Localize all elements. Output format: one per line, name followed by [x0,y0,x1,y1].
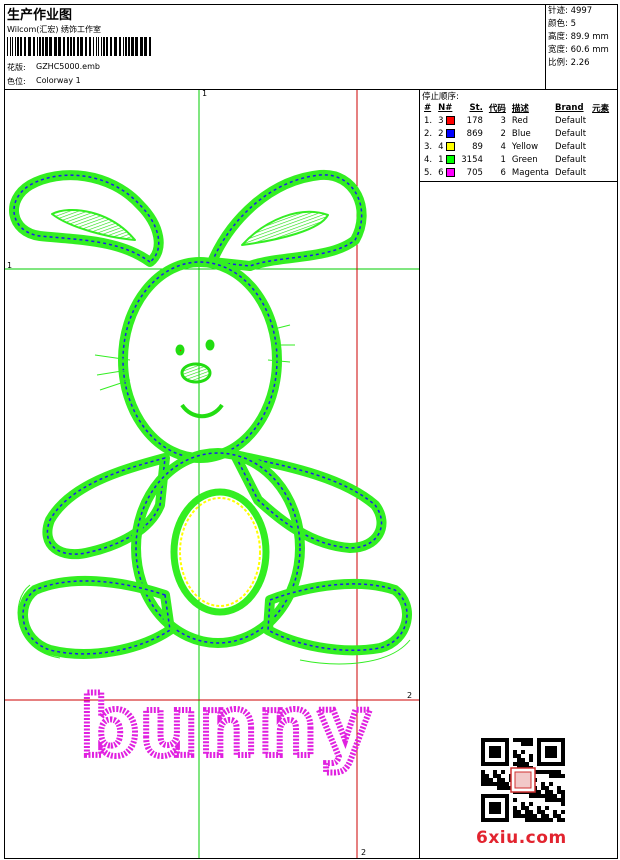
row-code: 2 [500,128,506,139]
design-canvas: bunny 1 1 2 2 [5,90,419,858]
color-swatch [446,128,456,138]
head [94,257,295,463]
row-index: 3. [424,141,433,152]
row-element [589,114,612,127]
design-file: GZHC5000.emb [36,62,100,71]
stat-width: 宽度: 60.6 mm [548,45,609,55]
color-swatch [446,167,456,177]
axis-label-right: 2 [407,691,412,700]
watermark-logo: 6xiu.com [476,828,567,848]
row-desc: Red [511,115,529,126]
color-swatch [446,154,456,164]
row-code: 1 [500,154,506,165]
row-element [589,166,612,179]
row-stitches: 705 [466,167,483,178]
row-brand: Default [555,115,587,126]
row-stitches: 869 [466,128,483,139]
company-name: Wilcom(汇宏) 绣饰工作室 [7,25,102,34]
col-index: # [424,102,432,113]
row-brand: Default [555,128,587,139]
axis-label-bottom: 2 [361,848,366,857]
row-index: 5. [424,167,433,178]
row-element [589,127,612,140]
col-stitches: St. [469,102,483,113]
red-stitch-run [179,349,182,352]
col-element: 元素 [592,103,610,114]
row-brand: Default [555,167,587,178]
bunny-text: bunny [80,680,372,775]
colorway-value: Colorway 1 [36,76,81,85]
page-title: 生产作业图 [7,8,73,23]
col-brand: Brand [555,102,584,113]
row-stitches: 3154 [461,154,483,165]
row-needle: 3 [435,114,458,127]
row-code: 4 [500,141,506,152]
qr-code [481,738,565,822]
axis-label-left: 1 [7,261,12,270]
row-needle: 4 [435,140,458,153]
table-row: 1. 3 178 3 Red Default [421,114,612,127]
row-code: 6 [500,167,506,178]
stat-stitches: 针迹: 4997 [548,6,593,16]
right-ear [207,169,367,271]
barcode [7,37,151,56]
row-needle: 1 [435,153,458,166]
stats-panel: 针迹: 4997 颜色: 5 高度: 89.9 mm 宽度: 60.6 mm 比… [548,5,609,70]
stats-divider [545,4,546,90]
panel-divider [419,89,420,859]
table-row: 4. 1 3154 1 Green Default [421,153,612,166]
table-row: 3. 4 89 4 Yellow Default [421,140,612,153]
row-index: 1. [424,115,433,126]
table-header: # N# St. 代码 描述 Brand 元素 [421,101,612,114]
color-swatch [446,115,456,125]
row-desc: Green [511,154,538,165]
col-desc: 描述 [511,103,529,114]
row-stitches: 89 [472,141,483,152]
left-ear [9,170,164,267]
row-needle: 6 [435,166,458,179]
row-stitches: 178 [466,115,483,126]
row-desc: Blue [511,128,531,139]
stat-scale: 比例: 2.26 [548,58,590,68]
row-needle: 2 [435,127,458,140]
bunny-embroidery [9,169,412,665]
row-brand: Default [555,141,587,152]
row-index: 4. [424,154,433,165]
table-row: 2. 2 869 2 Blue Default [421,127,612,140]
table-bottom-line [419,181,618,182]
row-desc: Magenta [511,167,550,178]
table-row: 5. 6 705 6 Magenta Default [421,166,612,179]
row-element [589,153,612,166]
col-code: 代码 [488,103,506,114]
color-swatch [446,141,456,151]
stat-height: 高度: 89.9 mm [548,32,609,42]
left-leg [17,575,175,659]
body [131,448,305,648]
right-leg [263,578,412,665]
col-needle: N# [438,102,453,113]
design-label: 花版: [7,63,26,72]
row-code: 3 [500,115,506,126]
stat-colors: 颜色: 5 [548,19,576,29]
colorway-label: 色位: [7,77,26,86]
row-brand: Default [555,154,587,165]
row-desc: Yellow [511,141,539,152]
row-element [589,140,612,153]
axis-label-top: 1 [202,90,207,98]
stop-sequence-table: # N# St. 代码 描述 Brand 元素 1. 3 178 3 Red Defau… [421,101,612,179]
row-index: 2. [424,128,433,139]
